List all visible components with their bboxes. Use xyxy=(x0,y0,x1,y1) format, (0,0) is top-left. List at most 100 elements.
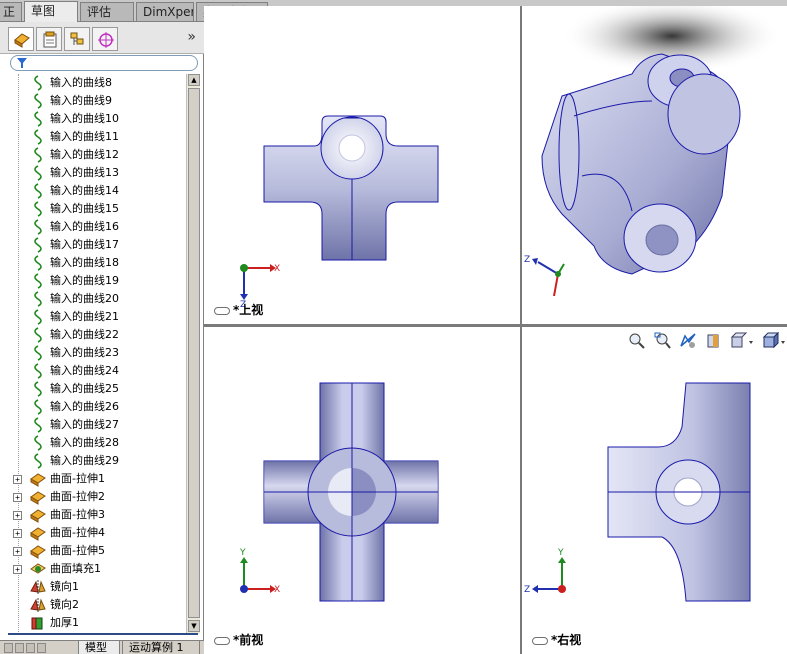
view-orientation-button[interactable] xyxy=(730,332,754,350)
tree-expand-toggle[interactable]: + xyxy=(13,565,22,574)
tree-item[interactable]: 输入的曲线18 xyxy=(0,254,186,272)
property-manager-tab[interactable] xyxy=(36,27,62,51)
tree-item[interactable]: 输入的曲线20 xyxy=(0,290,186,308)
tab-sketch[interactable]: 草图 xyxy=(24,1,78,22)
tree-item-label: 输入的曲线9 xyxy=(50,94,112,107)
configuration-manager-icon xyxy=(70,32,84,45)
tree-item[interactable]: 输入的曲线14 xyxy=(0,182,186,200)
tree-item[interactable]: 输入的曲线24 xyxy=(0,362,186,380)
tree-item[interactable]: 输入的曲线27 xyxy=(0,416,186,434)
tree-item[interactable]: 输入的曲线28 xyxy=(0,434,186,452)
tree-expand-toggle[interactable]: + xyxy=(13,511,22,520)
curve-icon xyxy=(29,183,47,199)
last-tab-button[interactable] xyxy=(37,643,46,653)
expand-panel-button[interactable]: » xyxy=(187,29,196,45)
tree-expand-toggle[interactable]: + xyxy=(13,475,22,484)
tree-item[interactable]: + 曲面-拉伸3 xyxy=(0,506,186,524)
tree-item[interactable]: + 曲面-拉伸1 xyxy=(0,470,186,488)
feature-manager-tree-icon xyxy=(14,33,30,48)
tab-features[interactable]: 正 xyxy=(0,2,22,21)
tab-evaluate[interactable]: 评估 xyxy=(80,2,134,21)
curve-icon xyxy=(29,255,47,271)
view-link-icon xyxy=(214,306,230,315)
scroll-up-button[interactable]: ▲ xyxy=(188,74,200,86)
tree-item[interactable]: 镜向1 xyxy=(0,578,186,596)
tree-item-label: 输入的曲线29 xyxy=(50,454,119,467)
tree-item-label: 输入的曲线23 xyxy=(50,346,119,359)
graphics-area[interactable]: X Z *上视 Z X Y *前视 Z Y *右视 xyxy=(204,6,787,654)
tree-item[interactable]: 输入的曲线12 xyxy=(0,146,186,164)
tree-scrollbar[interactable]: ▲ ▼ xyxy=(186,74,200,634)
viewport-top[interactable]: X Z *上视 xyxy=(204,6,520,324)
property-manager-icon xyxy=(43,31,57,48)
tree-expand-toggle[interactable]: + xyxy=(13,547,22,556)
display-style-button[interactable] xyxy=(762,332,786,350)
tree-item-label: 输入的曲线15 xyxy=(50,202,119,215)
tab-model[interactable]: 模型 xyxy=(78,641,120,654)
feature-manager-tree-tab[interactable] xyxy=(8,27,34,51)
tree-item[interactable]: 输入的曲线10 xyxy=(0,110,186,128)
prev-tab-button[interactable] xyxy=(15,643,24,653)
viewport-splitter-horizontal[interactable] xyxy=(204,324,787,327)
tree-item[interactable]: + 曲面-拉伸4 xyxy=(0,524,186,542)
curve-icon xyxy=(29,75,47,91)
tab-dimxpert[interactable]: DimXpert xyxy=(136,2,194,21)
surface-fill-icon xyxy=(29,561,47,577)
tree-item[interactable]: + 曲面-拉伸2 xyxy=(0,488,186,506)
scroll-down-button[interactable]: ▼ xyxy=(188,620,200,632)
right-view-model: Z Y xyxy=(524,382,751,602)
tree-expand-toggle[interactable]: + xyxy=(13,493,22,502)
tab-motion-study[interactable]: 运动算例 1 xyxy=(122,641,200,654)
thicken-icon xyxy=(29,615,47,631)
tree-item-label: 曲面-拉伸5 xyxy=(50,544,105,557)
tree-item[interactable]: 输入的曲线11 xyxy=(0,128,186,146)
viewport-right[interactable]: Z Y *右视 xyxy=(522,327,787,654)
tree-item-label: 曲面-拉伸3 xyxy=(50,508,105,521)
first-tab-button[interactable] xyxy=(4,643,13,653)
curve-icon xyxy=(29,273,47,289)
viewport-isometric[interactable]: Z xyxy=(522,6,787,324)
tree-item-label: 输入的曲线10 xyxy=(50,112,119,125)
tree-item[interactable]: 加厚1 xyxy=(0,614,186,632)
tree-item-label: 输入的曲线28 xyxy=(50,436,119,449)
previous-view-button[interactable] xyxy=(679,332,697,350)
tree-item[interactable]: 输入的曲线17 xyxy=(0,236,186,254)
view-label-right: *右视 xyxy=(532,631,581,648)
tree-item[interactable]: 输入的曲线19 xyxy=(0,272,186,290)
tree-item[interactable]: + 曲面填充1 xyxy=(0,560,186,578)
zoom-to-area-button[interactable] xyxy=(654,332,672,350)
tree-item-label: 曲面填充1 xyxy=(50,562,101,575)
viewport-front[interactable]: X Y *前视 xyxy=(204,327,520,654)
feature-manager-tabs: » xyxy=(0,22,204,54)
tree-item[interactable]: 输入的曲线15 xyxy=(0,200,186,218)
right-view-triad: Z Y xyxy=(524,548,566,595)
zoom-to-fit-button[interactable] xyxy=(628,332,646,350)
viewport-splitter-vertical[interactable] xyxy=(520,6,522,654)
configuration-manager-tab[interactable] xyxy=(64,27,90,51)
view-label-top: *上视 xyxy=(214,301,263,318)
tree-item[interactable]: 输入的曲线25 xyxy=(0,380,186,398)
tree-item[interactable]: 输入的曲线16 xyxy=(0,218,186,236)
tree-item[interactable]: 镜向2 xyxy=(0,596,186,614)
tree-item[interactable]: 输入的曲线8 xyxy=(0,74,186,92)
dimxpert-manager-tab[interactable] xyxy=(92,27,118,51)
tree-item[interactable]: 输入的曲线26 xyxy=(0,398,186,416)
scroll-thumb[interactable] xyxy=(188,88,200,618)
tree-expand-toggle[interactable]: + xyxy=(13,529,22,538)
curve-icon xyxy=(29,327,47,343)
svg-text:X: X xyxy=(274,264,280,274)
tree-item[interactable]: 输入的曲线21 xyxy=(0,308,186,326)
tree-item[interactable]: 输入的曲线23 xyxy=(0,344,186,362)
tree-item[interactable]: 输入的曲线29 xyxy=(0,452,186,470)
curve-icon xyxy=(29,111,47,127)
tree-filter-input[interactable] xyxy=(10,55,198,71)
tree-item[interactable]: 输入的曲线9 xyxy=(0,92,186,110)
panel-splitter[interactable] xyxy=(8,633,198,635)
heads-up-view-toolbar xyxy=(628,332,787,352)
tree-item[interactable]: 输入的曲线13 xyxy=(0,164,186,182)
section-view-button[interactable] xyxy=(705,332,723,350)
next-tab-button[interactable] xyxy=(26,643,35,653)
tree-item-label: 输入的曲线22 xyxy=(50,328,119,341)
tree-item[interactable]: 输入的曲线22 xyxy=(0,326,186,344)
tree-item[interactable]: + 曲面-拉伸5 xyxy=(0,542,186,560)
